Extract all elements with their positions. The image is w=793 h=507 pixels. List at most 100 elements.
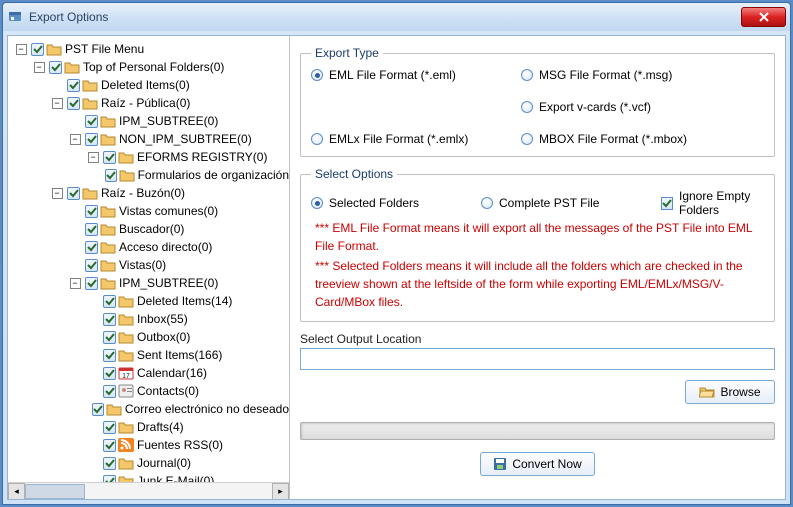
folder-icon (82, 186, 98, 200)
scroll-thumb[interactable] (25, 484, 85, 499)
tree-checkbox[interactable] (103, 457, 116, 470)
radio-emlx[interactable]: EMLx File Format (*.emlx) (311, 132, 511, 146)
tree-node[interactable]: Buscador(0) (12, 220, 289, 238)
tree-checkbox[interactable] (49, 61, 62, 74)
radio-complete-pst[interactable]: Complete PST File (481, 196, 651, 210)
tree-node-label: Vistas comunes(0) (119, 202, 218, 220)
tree-node[interactable]: Vistas comunes(0) (12, 202, 289, 220)
tree-node[interactable]: −PST File Menu (12, 40, 289, 58)
tree-checkbox[interactable] (103, 367, 116, 380)
tree-expander[interactable]: − (66, 274, 84, 292)
tree-checkbox[interactable] (103, 331, 116, 344)
tree-node[interactable]: Contacts(0) (12, 382, 289, 400)
tree-expander[interactable]: − (66, 130, 84, 148)
tree-expander[interactable]: − (48, 184, 66, 202)
folder-icon (119, 168, 135, 182)
tree-checkbox[interactable] (67, 97, 80, 110)
tree-checkbox[interactable] (103, 349, 116, 362)
tree-expander[interactable]: − (30, 58, 48, 76)
tree-node-label: Vistas(0) (119, 256, 166, 274)
tree-node[interactable]: Formularios de organización (12, 166, 289, 184)
tree-checkbox[interactable] (85, 277, 98, 290)
tree-node[interactable]: Vistas(0) (12, 256, 289, 274)
tree-checkbox[interactable] (85, 205, 98, 218)
tree-checkbox[interactable] (85, 241, 98, 254)
tree-checkbox[interactable] (103, 475, 116, 483)
tree-node[interactable]: Sent Items(166) (12, 346, 289, 364)
tree-node[interactable]: Acceso directo(0) (12, 238, 289, 256)
radio-vcard[interactable]: Export v-cards (*.vcf) (521, 100, 651, 114)
tree-checkbox[interactable] (103, 313, 116, 326)
scroll-track[interactable] (25, 483, 272, 499)
tree-checkbox[interactable] (85, 223, 98, 236)
tree-checkbox[interactable] (105, 169, 117, 182)
tree-checkbox[interactable] (85, 115, 98, 128)
tree-node[interactable]: −NON_IPM_SUBTREE(0) (12, 130, 289, 148)
tree-expander (75, 400, 91, 418)
folder-icon (100, 240, 116, 254)
checkbox-ignore-empty[interactable]: Ignore Empty Folders (661, 189, 764, 217)
tree-node-label: Deleted Items(0) (101, 76, 190, 94)
tree-expander (84, 472, 102, 482)
tree-node-label: IPM_SUBTREE(0) (119, 274, 218, 292)
tree-node[interactable]: Outbox(0) (12, 328, 289, 346)
tree-expander[interactable]: − (84, 148, 102, 166)
radio-eml[interactable]: EML File Format (*.eml) (311, 68, 511, 82)
tree-node[interactable]: Drafts(4) (12, 418, 289, 436)
tree-node[interactable]: Journal(0) (12, 454, 289, 472)
radio-dot-icon (481, 197, 493, 209)
tree-node[interactable]: Inbox(55) (12, 310, 289, 328)
tree-checkbox[interactable] (103, 295, 116, 308)
tree-node[interactable]: Deleted Items(14) (12, 292, 289, 310)
tree-node[interactable]: Deleted Items(0) (12, 76, 289, 94)
tree-checkbox[interactable] (103, 439, 116, 452)
tree-checkbox[interactable] (67, 187, 80, 200)
radio-msg-label: MSG File Format (*.msg) (539, 68, 672, 82)
tree-node[interactable]: Correo electrónico no deseado (12, 400, 289, 418)
tree-node[interactable]: −EFORMS REGISTRY(0) (12, 148, 289, 166)
tree-checkbox[interactable] (92, 403, 104, 416)
progress-bar (300, 422, 775, 440)
tree-checkbox[interactable] (85, 133, 98, 146)
tree-checkbox[interactable] (103, 385, 116, 398)
tree-node[interactable]: Fuentes RSS(0) (12, 436, 289, 454)
scroll-right-button[interactable]: ▸ (272, 483, 289, 500)
tree-node-label: Deleted Items(14) (137, 292, 232, 310)
radio-dot-icon (521, 101, 533, 113)
tree-checkbox[interactable] (67, 79, 80, 92)
tree-node-label: Contacts(0) (137, 382, 199, 400)
browse-button[interactable]: Browse (685, 380, 775, 404)
tree-node-label: Fuentes RSS(0) (137, 436, 223, 454)
radio-msg[interactable]: MSG File Format (*.msg) (521, 68, 721, 82)
tree-node[interactable]: − IPM_SUBTREE(0) (12, 274, 289, 292)
titlebar[interactable]: Export Options (3, 3, 790, 31)
folder-tree[interactable]: −PST File Menu−Top of Personal Folders(0… (8, 36, 289, 482)
tree-expander[interactable]: − (48, 94, 66, 112)
convert-now-button[interactable]: Convert Now (480, 452, 594, 476)
tree-node[interactable]: −Raíz - Buzón(0) (12, 184, 289, 202)
radio-dot-icon (311, 133, 323, 145)
tree-node[interactable]: Junk E-Mail(0) (12, 472, 289, 482)
folder-icon (118, 330, 134, 344)
tree-checkbox[interactable] (103, 151, 116, 164)
tree-node[interactable]: 17Calendar(16) (12, 364, 289, 382)
tree-expander (66, 220, 84, 238)
scroll-left-button[interactable]: ◂ (8, 483, 25, 500)
tree-node[interactable]: − Top of Personal Folders(0) (12, 58, 289, 76)
output-location-input[interactable] (300, 348, 775, 370)
close-button[interactable] (741, 7, 786, 27)
tree-node[interactable]: IPM_SUBTREE(0) (12, 112, 289, 130)
tree-node-label: Top of Personal Folders(0) (83, 58, 224, 76)
folder-icon (82, 96, 98, 110)
convert-now-label: Convert Now (512, 457, 581, 471)
tree-node-label: Calendar(16) (137, 364, 207, 382)
tree-checkbox[interactable] (31, 43, 44, 56)
radio-mbox[interactable]: MBOX File Format (*.mbox) (521, 132, 721, 146)
folder-icon (100, 222, 116, 236)
tree-horizontal-scrollbar[interactable]: ◂ ▸ (8, 482, 289, 499)
tree-expander[interactable]: − (12, 40, 30, 58)
tree-checkbox[interactable] (103, 421, 116, 434)
tree-node[interactable]: −Raíz - Pública(0) (12, 94, 289, 112)
radio-selected-folders[interactable]: Selected Folders (311, 196, 471, 210)
tree-checkbox[interactable] (85, 259, 98, 272)
